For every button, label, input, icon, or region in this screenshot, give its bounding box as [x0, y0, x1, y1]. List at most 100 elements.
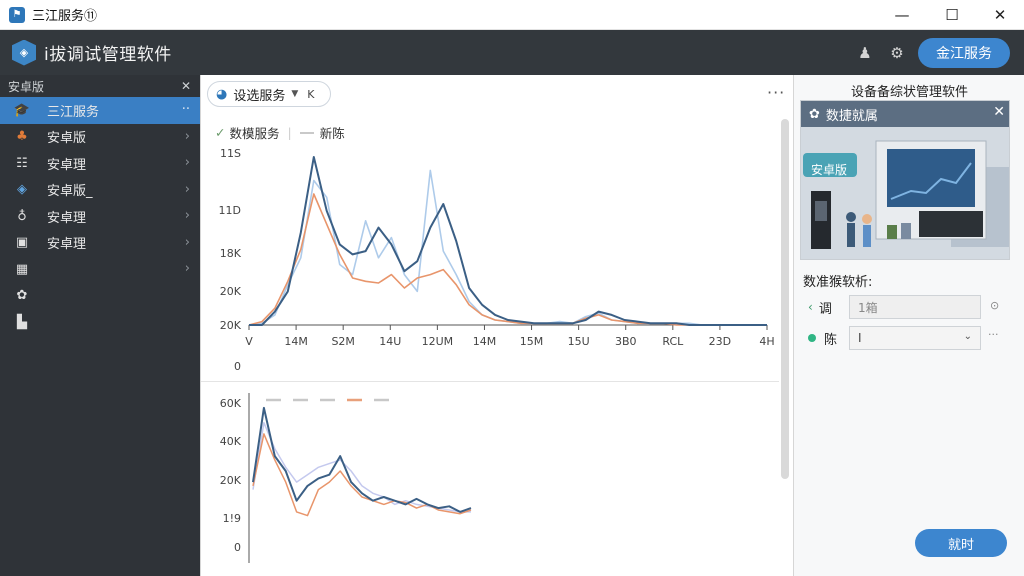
sidebar-header: 安卓版 ✕	[0, 75, 200, 97]
y-tick-label: 20K	[220, 474, 242, 487]
chart1-series-line	[248, 169, 767, 326]
x-tick-label: 4H	[759, 335, 774, 348]
chevron-right-icon: ›	[184, 128, 190, 144]
sidebar-item-label: 安卓理	[47, 237, 87, 253]
field-row-tune: ‹ 调	[808, 295, 832, 319]
chevron-right-icon: ›	[184, 261, 190, 276]
bag-icon: ▙	[17, 314, 27, 330]
chart1-series-line	[248, 193, 767, 326]
visibility-icon[interactable]: ⊙	[990, 299, 999, 312]
select-value: I	[858, 331, 862, 345]
chart1-series-line	[249, 156, 767, 326]
sidebar-title: 安卓版	[8, 79, 45, 94]
lightbulb-icon: ♁	[17, 208, 27, 224]
users-icon[interactable]: ♟	[856, 44, 874, 62]
sidebar-item-bag[interactable]: ▙	[0, 309, 200, 336]
sidebar: 安卓版 ✕ 🎓 三江服务 ·· ♣ 安卓版 › ☷ 安卓理 › ◈ 安卓版_ ›…	[0, 75, 200, 576]
card-header: ✿ 数捷就属 ✕	[801, 101, 1009, 127]
y-tick-label: 11S	[220, 147, 241, 160]
sidebar-item-grid[interactable]: ▦ ›	[0, 256, 200, 283]
apply-button[interactable]: 就时	[915, 529, 1007, 557]
app-small-icon: ⚑	[9, 6, 25, 23]
x-tick-label: RCL	[662, 335, 684, 348]
x-tick-label: 14U	[379, 335, 401, 348]
sidebar-item-gear[interactable]: ✿	[0, 283, 200, 310]
preview-illustration	[801, 127, 1009, 259]
bars-icon: ☷	[16, 155, 28, 171]
y-tick-label: 20K	[220, 285, 242, 298]
app-logo-icon: ◈	[12, 39, 36, 66]
arrow-icon: ‹	[808, 300, 813, 314]
field-label: 陈	[824, 332, 838, 348]
app-title: i拔调试管理软件	[44, 45, 172, 65]
chevron-right-icon: ›	[184, 234, 190, 250]
x-tick-label: 12UM	[422, 335, 454, 348]
sidebar-item-label: 安卓版_	[47, 184, 93, 200]
y-tick-label: 40K	[220, 435, 242, 448]
x-tick-label: 3B0	[615, 335, 637, 348]
window-title: 三江服务⑪	[32, 9, 98, 24]
card-close-icon[interactable]: ✕	[993, 104, 1005, 120]
x-tick-label: 14M	[473, 335, 497, 348]
sidebar-item-android-4[interactable]: ♁ 安卓理 ›	[0, 203, 200, 230]
chevron-right-icon: ›	[184, 208, 190, 223]
x-tick-label: 23D	[709, 335, 731, 348]
x-tick-label: V	[245, 335, 253, 348]
section-label: 数准猴软析:	[803, 275, 873, 290]
close-button[interactable]: ✕	[974, 0, 1024, 30]
app-header: ◈ i拔调试管理软件 ♟ ⚙ 金江服务	[0, 30, 1024, 75]
field-row-chen: 陈	[808, 326, 837, 350]
x-tick-label: 15M	[520, 335, 544, 348]
gear-small-icon: ✿	[16, 288, 28, 304]
more-icon: ··	[181, 102, 190, 117]
card-title: 数捷就属	[825, 108, 878, 124]
chart2-series-line	[252, 421, 471, 513]
right-panel: 设备备综状管理软件 ✿ 数捷就属 ✕ 安卓版 数准猴软析: ‹ 调 1箱 ⊙ 陈…	[793, 75, 1024, 576]
x-tick-label: S2M	[331, 335, 354, 348]
x-tick-label: 15U	[568, 335, 590, 348]
x-tick-label: 14M	[284, 335, 308, 348]
sidebar-item-label: 三江服务	[47, 104, 100, 120]
chen-select[interactable]: I ⌄	[849, 326, 981, 350]
dot-icon	[808, 334, 816, 342]
lock-icon: ▣	[15, 235, 29, 251]
eye-icon: ◈	[17, 182, 27, 198]
chevron-down-icon: ⌄	[963, 331, 972, 342]
more-icon[interactable]: ···	[988, 328, 999, 341]
y-tick-label: 0	[234, 360, 241, 373]
main-panel: ◕ 设选服务 ▼ K ··· ✓ 数模服务 | 新陈 11S 11D 18K 20K 2…	[200, 75, 793, 576]
tune-input[interactable]	[849, 295, 981, 319]
sidebar-item-android-5[interactable]: ▣ 安卓理 ›	[0, 230, 200, 257]
sidebar-close-icon[interactable]: ✕	[181, 79, 191, 93]
y-tick-label: 11D	[219, 204, 241, 217]
y-tick-label: 60K	[220, 397, 242, 410]
field-label: 调	[818, 301, 832, 317]
card-bubble-text: 安卓版	[811, 163, 848, 177]
y-tick-label: 20K	[220, 319, 242, 332]
primary-service-button[interactable]: 金江服务	[918, 38, 1010, 68]
chart2-series-line	[252, 433, 472, 517]
y-tick-label: 0	[234, 541, 241, 554]
people-icon: ♣	[16, 129, 28, 145]
sidebar-item-android-1[interactable]: ♣ 安卓版 ›	[0, 124, 200, 151]
line-charts: 11S11D18K20K20K0V 14M S2M 14U 12UM 14M 15M 15U 3…	[219, 147, 775, 563]
sidebar-item-android-3[interactable]: ◈ 安卓版_ ›	[0, 177, 200, 204]
chart-divider	[201, 381, 779, 382]
chevron-right-icon: ›	[184, 181, 190, 197]
grid-icon: ▦	[15, 261, 29, 277]
chevron-right-icon: ›	[184, 155, 190, 170]
vertical-scrollbar[interactable]	[781, 119, 789, 479]
settings-gear-icon[interactable]: ⚙	[888, 44, 906, 62]
minimize-button[interactable]: —	[876, 0, 928, 30]
maximize-button[interactable]: ☐	[926, 0, 978, 30]
sidebar-item-label: 安卓版	[47, 131, 87, 147]
window-titlebar: ⚑ 三江服务⑪ — ☐ ✕	[0, 0, 1024, 30]
preview-card: ✿ 数捷就属 ✕ 安卓版	[800, 100, 1010, 260]
sidebar-item-android-2[interactable]: ☷ 安卓理 ›	[0, 150, 200, 177]
sidebar-item-label: 安卓理	[47, 157, 87, 173]
gear-icon: ✿	[809, 106, 820, 122]
sidebar-item-label: 安卓理	[47, 210, 87, 226]
sidebar-item-sanjiang-service[interactable]: 🎓 三江服务 ··	[0, 97, 200, 124]
y-tick-label: 18K	[220, 247, 242, 260]
y-tick-label: 1!9	[223, 512, 241, 525]
